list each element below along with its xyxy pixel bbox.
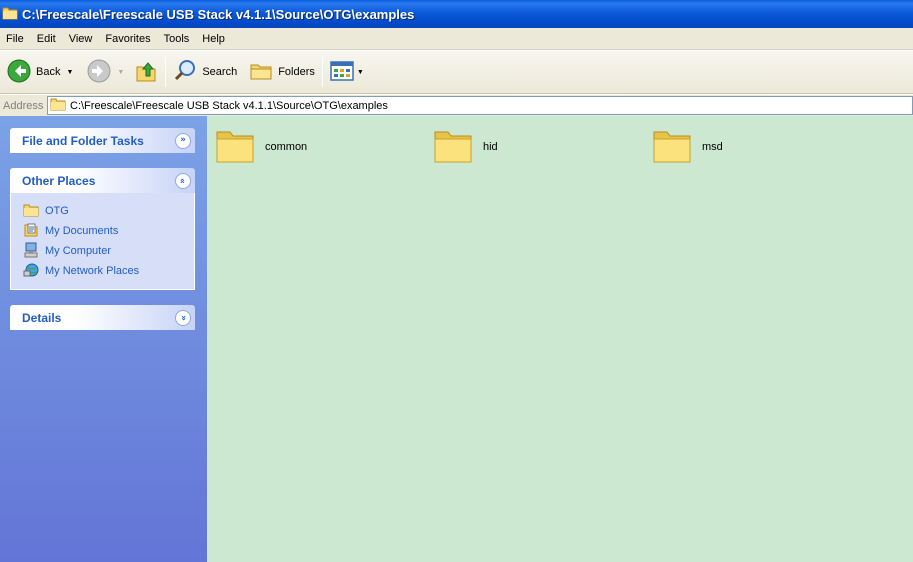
place-label: My Network Places <box>45 265 140 277</box>
back-button[interactable]: Back ▼ <box>4 57 76 87</box>
file-folder-tasks-title: File and Folder Tasks <box>22 133 144 148</box>
folder-icon <box>433 126 473 167</box>
folders-label: Folders <box>278 66 315 78</box>
menu-bar: File Edit View Favorites Tools Help <box>0 28 913 50</box>
other-places-title: Other Places <box>22 173 96 188</box>
menu-file[interactable]: File <box>6 33 24 45</box>
folder-msd[interactable]: msd <box>652 126 723 167</box>
details-header[interactable]: Details » <box>10 305 195 330</box>
address-value: C:\Freescale\Freescale USB Stack v4.1.1\… <box>70 99 388 112</box>
folder-view: common hid msd <box>207 116 913 562</box>
search-icon <box>173 59 197 86</box>
folders-button[interactable]: Folders <box>246 57 318 87</box>
toolbar-separator <box>321 57 323 87</box>
task-pane: File and Folder Tasks » Other Places » O… <box>0 116 207 562</box>
network-places-icon <box>23 262 39 281</box>
folder-label: hid <box>483 140 498 153</box>
folder-label: common <box>265 140 308 153</box>
my-computer-icon <box>23 242 39 261</box>
views-icon <box>330 60 354 84</box>
forward-button[interactable]: ▼ <box>84 57 127 87</box>
menu-help[interactable]: Help <box>202 33 225 45</box>
expand-chevron-icon[interactable]: » <box>175 132 191 149</box>
back-label: Back <box>36 66 61 78</box>
place-my-computer[interactable]: My Computer <box>23 241 194 261</box>
my-documents-icon <box>23 222 39 241</box>
window-title: C:\Freescale\Freescale USB Stack v4.1.1\… <box>22 6 415 22</box>
up-folder-icon <box>134 59 158 86</box>
search-button[interactable]: Search <box>170 57 240 87</box>
back-arrow-icon <box>7 59 31 86</box>
address-bar: Address C:\Freescale\Freescale USB Stack… <box>0 95 913 116</box>
menu-tools[interactable]: Tools <box>164 33 190 45</box>
views-dropdown-icon[interactable]: ▼ <box>357 69 364 76</box>
place-otg[interactable]: OTG <box>23 201 194 221</box>
details-title: Details <box>22 310 62 325</box>
folder-icon <box>215 126 255 167</box>
place-label: My Computer <box>45 245 112 257</box>
folder-icon <box>2 6 18 23</box>
file-folder-tasks-header[interactable]: File and Folder Tasks » <box>10 128 195 153</box>
file-folder-tasks-panel: File and Folder Tasks » <box>10 128 195 153</box>
forward-arrow-icon <box>87 59 111 86</box>
search-label: Search <box>202 66 238 78</box>
title-bar: C:\Freescale\Freescale USB Stack v4.1.1\… <box>0 0 913 28</box>
menu-view[interactable]: View <box>69 33 93 45</box>
folder-label: msd <box>702 140 723 153</box>
toolbar: Back ▼ ▼ Search Folders ▼ <box>0 51 913 94</box>
toolbar-separator <box>165 57 167 87</box>
folder-common[interactable]: common <box>215 126 307 167</box>
place-my-documents[interactable]: My Documents <box>23 221 194 241</box>
place-my-network-places[interactable]: My Network Places <box>23 261 194 281</box>
details-panel: Details » <box>10 305 195 330</box>
place-label: My Documents <box>45 225 119 237</box>
folders-icon <box>249 60 273 85</box>
folder-icon <box>50 97 66 114</box>
address-label: Address <box>3 99 44 112</box>
up-folder-button[interactable] <box>131 57 161 87</box>
other-places-header[interactable]: Other Places » <box>10 168 195 193</box>
folder-icon <box>23 203 39 220</box>
forward-dropdown-icon[interactable]: ▼ <box>117 69 124 76</box>
menu-favorites[interactable]: Favorites <box>105 33 150 45</box>
other-places-panel: Other Places » OTG My Documents My Compu… <box>10 168 195 290</box>
folder-icon <box>652 126 692 167</box>
back-dropdown-icon[interactable]: ▼ <box>66 69 73 76</box>
other-places-list: OTG My Documents My Computer My Network … <box>10 193 195 290</box>
place-label: OTG <box>45 205 69 217</box>
address-input[interactable]: C:\Freescale\Freescale USB Stack v4.1.1\… <box>47 96 913 115</box>
menu-edit[interactable]: Edit <box>37 33 56 45</box>
folder-hid[interactable]: hid <box>433 126 498 167</box>
expand-chevron-icon[interactable]: » <box>175 309 191 326</box>
collapse-chevron-icon[interactable]: » <box>175 172 191 189</box>
views-button[interactable]: ▼ <box>327 57 367 87</box>
